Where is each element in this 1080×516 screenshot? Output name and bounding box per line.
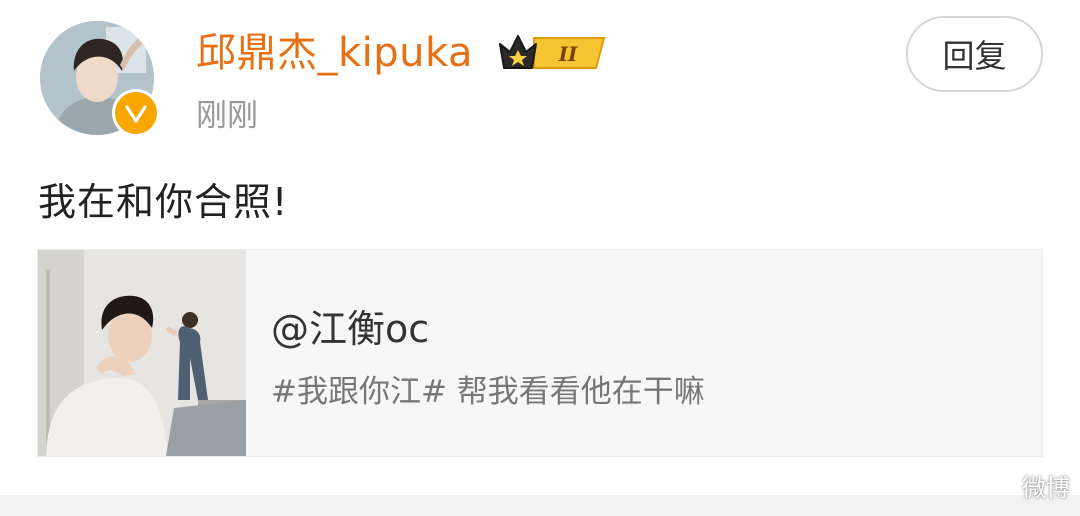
vip-crown-icon: II (496, 30, 610, 74)
post-time: 刚刚 (196, 98, 258, 134)
shared-post-text: #我跟你江# 帮我看看他在干嘛 (271, 374, 705, 410)
shared-post-author[interactable]: @江衡oc (271, 306, 429, 352)
shared-post-thumbnail (38, 250, 246, 456)
weibo-comment: 邱鼎杰_kipuka II 刚刚 回复 我在和你合照! @江衡oc #我跟你江#… (0, 0, 1080, 495)
footer-divider (0, 495, 1080, 516)
shared-post-card[interactable]: @江衡oc #我跟你江# 帮我看看他在干嘛 (37, 249, 1043, 457)
reply-button[interactable]: 回复 (906, 16, 1043, 92)
verified-icon (112, 89, 160, 137)
watermark: 微博 (1022, 474, 1070, 502)
avatar[interactable] (40, 21, 160, 137)
comment-text: 我在和你合照! (38, 180, 289, 224)
vip-level-label: II (558, 42, 578, 66)
author-name[interactable]: 邱鼎杰_kipuka (196, 29, 473, 77)
